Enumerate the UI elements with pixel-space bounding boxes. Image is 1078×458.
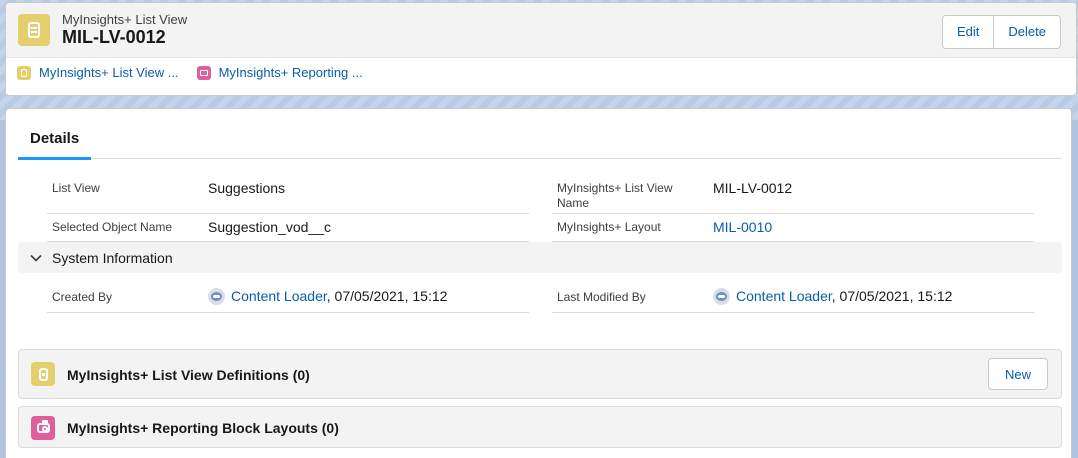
field-layout: MyInsights+ Layout MIL-0010 <box>552 213 1034 242</box>
layout-link[interactable]: MIL-0010 <box>713 219 772 236</box>
list-view-icon <box>31 362 55 386</box>
delete-button[interactable]: Delete <box>993 16 1060 48</box>
field-selected-object: Selected Object Name Suggestion_vod__c <box>47 213 529 242</box>
list-view-icon <box>17 65 31 80</box>
field-value: MIL-LV-0012 <box>713 180 793 196</box>
field-value: Content Loader, 07/05/2021, 15:12 <box>713 288 952 305</box>
field-label: MyInsights+ Layout <box>557 220 661 234</box>
user-avatar-icon <box>713 288 730 305</box>
header-actions: Edit Delete <box>942 15 1061 49</box>
user-avatar-icon <box>208 288 225 305</box>
section-title: System Information <box>52 249 173 266</box>
field-created-by: Created By Content Loader, 07/05/2021, 1… <box>47 281 529 313</box>
related-list-title[interactable]: MyInsights+ Reporting Block Layouts (0) <box>67 420 339 436</box>
new-button[interactable]: New <box>988 358 1048 390</box>
field-label: Last Modified By <box>557 290 646 304</box>
record-header: MyInsights+ List View MIL-LV-0012 Edit D… <box>5 2 1077 96</box>
system-information-toggle[interactable]: System Information <box>18 242 1062 273</box>
chevron-down-icon <box>28 250 44 266</box>
list-view-icon <box>18 14 50 46</box>
tab-bar: Details <box>18 121 1061 160</box>
field-last-modified-by: Last Modified By Content Loader, 07/05/2… <box>552 281 1034 313</box>
record-title: MIL-LV-0012 <box>62 27 166 47</box>
field-value: Suggestions <box>208 180 286 196</box>
field-list-view: List View Suggestions <box>47 173 529 214</box>
created-date: , 07/05/2021, 15:12 <box>326 288 448 304</box>
details-panel: Details List View Suggestions MyInsights… <box>5 108 1072 458</box>
modified-date: , 07/05/2021, 15:12 <box>831 288 953 304</box>
related-link-label: MyInsights+ Reporting ... <box>218 65 363 80</box>
reporting-icon <box>196 65 211 80</box>
field-value: Suggestion_vod__c <box>208 219 331 235</box>
related-link-reporting[interactable]: MyInsights+ Reporting ... <box>196 65 363 80</box>
field-label: List View <box>52 181 100 195</box>
tab-details[interactable]: Details <box>18 121 92 160</box>
reporting-icon <box>31 416 55 440</box>
related-list-title[interactable]: MyInsights+ List View Definitions (0) <box>67 367 310 383</box>
record-header-top: MyInsights+ List View MIL-LV-0012 Edit D… <box>6 3 1076 58</box>
field-list-view-name: MyInsights+ List View Name MIL-LV-0012 <box>552 173 1034 214</box>
object-type-label: MyInsights+ List View <box>62 12 188 27</box>
field-label: Created By <box>52 290 113 304</box>
edit-button[interactable]: Edit <box>943 16 994 48</box>
related-link-list-view[interactable]: MyInsights+ List View ... <box>17 65 179 80</box>
related-quick-links: MyInsights+ List View ... MyInsights+ Re… <box>17 65 381 80</box>
related-list-reporting-block-layouts: MyInsights+ Reporting Block Layouts (0) <box>18 406 1062 448</box>
related-link-label: MyInsights+ List View ... <box>39 65 179 80</box>
field-label: Selected Object Name <box>52 220 173 234</box>
created-by-user-link[interactable]: Content Loader <box>231 288 327 304</box>
field-value: Content Loader, 07/05/2021, 15:12 <box>208 288 447 305</box>
field-label: MyInsights+ List View Name <box>557 181 673 210</box>
modified-by-user-link[interactable]: Content Loader <box>736 288 832 304</box>
related-list-list-view-definitions: MyInsights+ List View Definitions (0) Ne… <box>18 349 1062 399</box>
